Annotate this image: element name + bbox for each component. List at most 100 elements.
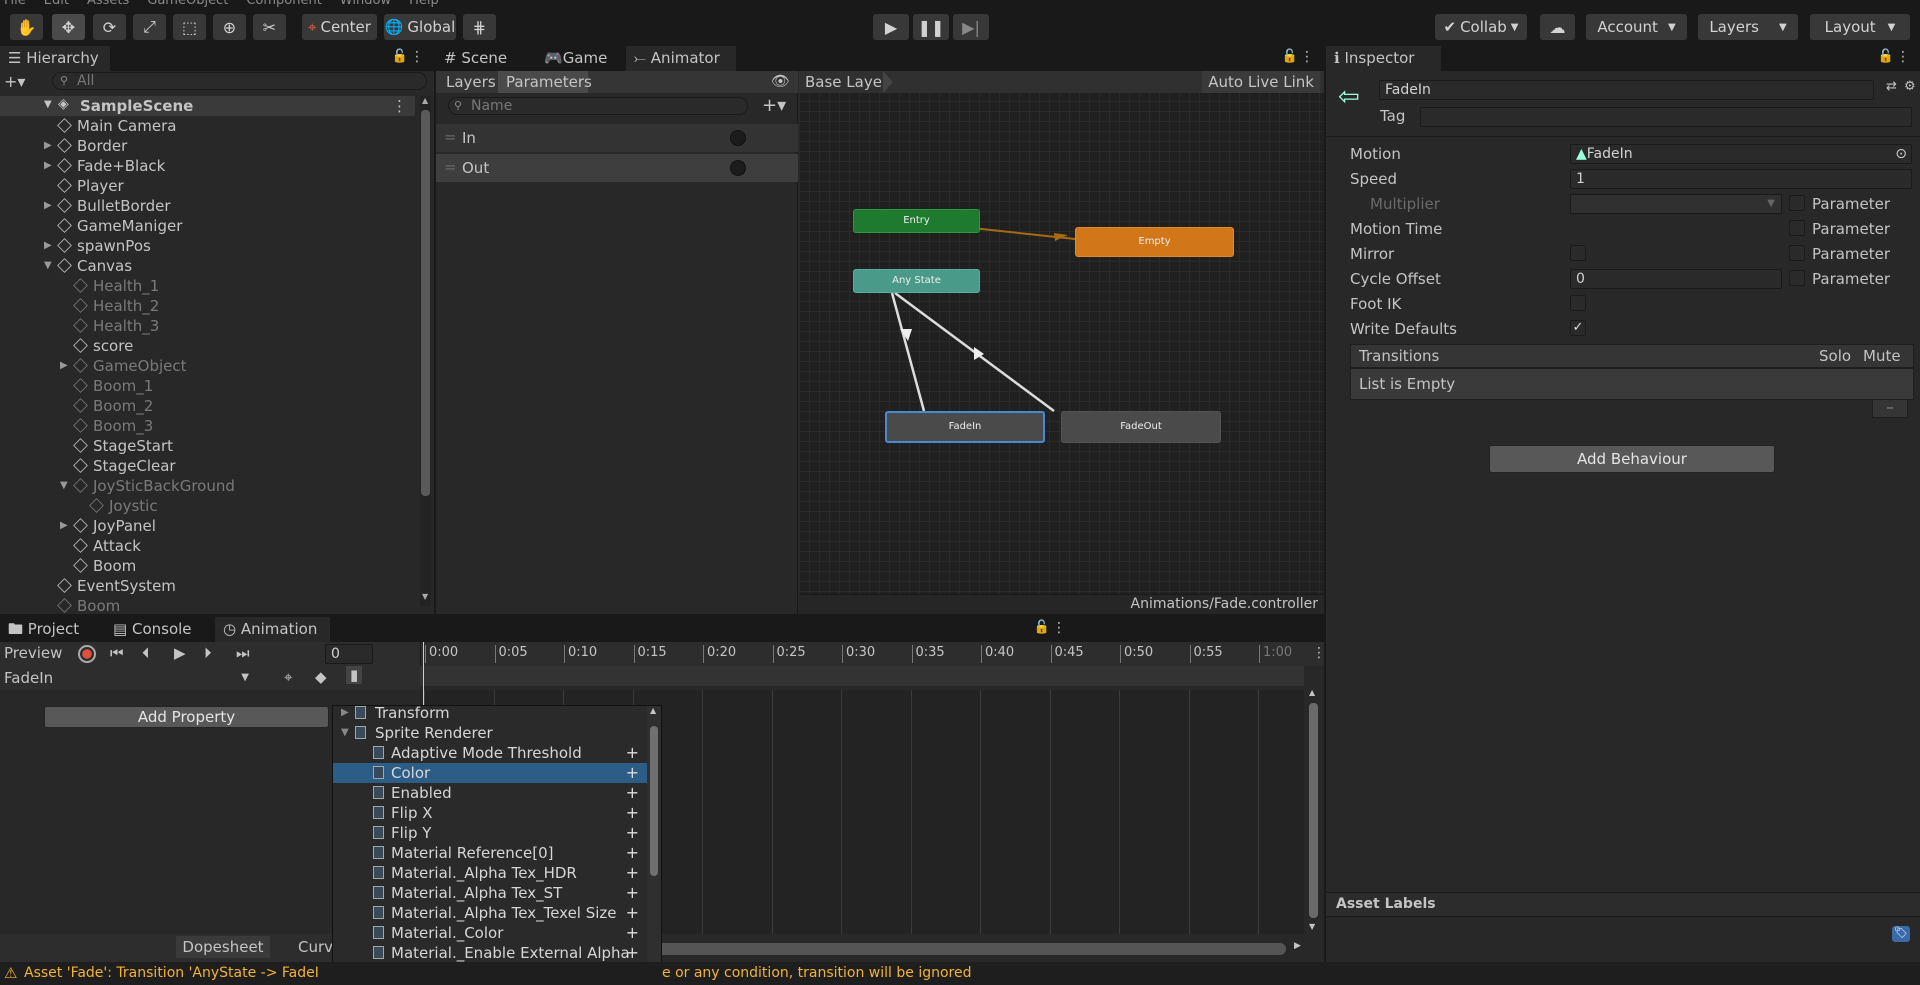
chevron-right-icon[interactable]: ▶ (60, 356, 68, 376)
hierarchy-item[interactable]: Boom (57, 596, 120, 616)
scroll-up-icon[interactable]: ▲ (1309, 688, 1315, 697)
property-item[interactable]: Material._Alpha Tex_HDR + (333, 863, 647, 883)
property-item[interactable]: Material._Alpha Tex_ST + (333, 883, 647, 903)
last-keyframe-button[interactable]: ⏭ (236, 644, 250, 662)
menu-item[interactable]: Component (246, 0, 321, 8)
add-keyframe-icon[interactable]: ◆ (315, 668, 327, 686)
kebab-menu-icon[interactable]: ⋮ (410, 49, 424, 65)
hierarchy-item[interactable]: ▶ Fade+Black (44, 156, 165, 176)
add-icon[interactable]: + (626, 863, 639, 883)
custom-tool-icon[interactable]: ✂ (253, 14, 286, 40)
hierarchy-item[interactable]: Health_2 (73, 296, 159, 316)
horizontal-scroll-thumb[interactable] (640, 943, 1286, 955)
dopesheet-vscroll[interactable]: ▲ ▼ (1304, 688, 1324, 934)
vertical-scroll-thumb[interactable] (1309, 703, 1318, 918)
multiplier-dropdown[interactable]: ▼ (1570, 194, 1782, 214)
chevron-right-icon[interactable]: ▶ (44, 136, 52, 156)
clip-dropdown[interactable]: FadeIn ▼ (0, 668, 255, 688)
hierarchy-item[interactable]: StageStart (73, 436, 173, 456)
kebab-menu-icon[interactable]: ⋮ (1896, 49, 1910, 65)
chevron-right-icon[interactable]: ▶ (60, 516, 68, 536)
add-icon[interactable]: + (626, 763, 639, 783)
add-icon[interactable]: + (626, 783, 639, 803)
preview-toggle[interactable]: Preview (4, 644, 62, 662)
menu-item[interactable]: Help (409, 0, 439, 8)
drag-handle-icon[interactable]: = (444, 128, 457, 146)
grid-snap-icon[interactable]: ⋕ (463, 14, 496, 40)
hierarchy-item[interactable]: StageClear (73, 456, 176, 476)
hierarchy-item[interactable]: GameManiger (57, 216, 182, 236)
add-event-icon[interactable]: ▮ (346, 666, 363, 684)
hierarchy-item[interactable]: ▶ JoyPanel (60, 516, 156, 536)
eye-icon[interactable]: 👁 (771, 72, 790, 90)
chevron-down-icon[interactable]: ▼ (44, 256, 52, 276)
cycle-offset-input[interactable]: 0 (1570, 269, 1782, 289)
tab-animator[interactable]: ⤚ Animator (626, 46, 736, 71)
property-item[interactable]: ▶ Transform (333, 706, 647, 723)
kebab-menu-icon[interactable]: ⋮ (392, 96, 407, 116)
parameter-search-input[interactable]: Name (448, 97, 748, 115)
record-button[interactable] (78, 645, 96, 663)
layout-dropdown[interactable]: Layout ▼ (1810, 14, 1910, 40)
add-icon[interactable]: + (626, 823, 639, 843)
add-property-button[interactable]: Add Property (44, 706, 329, 728)
state-name-input[interactable]: FadeIn (1379, 80, 1874, 100)
hierarchy-item[interactable]: Health_3 (73, 316, 159, 336)
first-keyframe-button[interactable]: ⏮ (110, 644, 124, 662)
gear-icon[interactable]: ⚙ (1904, 79, 1916, 94)
step-button[interactable]: ▶| (953, 14, 989, 40)
event-lane[interactable] (420, 666, 1304, 686)
popup-scrollbar[interactable]: ▲ (647, 706, 661, 984)
chevron-right-icon[interactable]: ▶ (44, 236, 52, 256)
tab-hierarchy[interactable]: ☰ Hierarchy (0, 46, 110, 71)
space-toggle-button[interactable]: 🌐 Global (384, 14, 456, 40)
hierarchy-item[interactable]: ▶ BulletBorder (44, 196, 171, 216)
status-bar[interactable]: ⚠ Asset 'Fade': Transition 'AnyState -> … (0, 962, 1920, 985)
scroll-up-icon[interactable]: ▲ (422, 96, 429, 106)
property-item[interactable]: Flip Y + (333, 823, 647, 843)
menu-item[interactable]: Edit (44, 0, 69, 8)
hierarchy-item[interactable]: ▼ Canvas (44, 256, 132, 276)
hand-tool-icon[interactable]: ✋ (10, 14, 43, 40)
chevron-down-icon[interactable]: ▼ (341, 723, 349, 743)
hierarchy-item[interactable]: Health_1 (73, 276, 159, 296)
speed-input[interactable]: 1 (1570, 169, 1912, 189)
scale-tool-icon[interactable]: ⤢ (133, 14, 166, 40)
kebab-menu-icon[interactable]: ⋮ (1300, 49, 1314, 65)
mirror-parameter-checkbox[interactable] (1789, 245, 1805, 261)
property-item[interactable]: Material._Alpha Tex_Texel Size + (333, 903, 647, 923)
trigger-toggle[interactable] (730, 160, 746, 176)
lock-icon[interactable]: 🔓 (1878, 49, 1894, 64)
play-animation-button[interactable]: ▶ (174, 644, 186, 662)
add-icon[interactable]: + (626, 843, 639, 863)
cycle-offset-parameter-checkbox[interactable] (1789, 270, 1805, 286)
object-picker-icon[interactable]: ⊙ (1895, 145, 1907, 163)
dopesheet-tab[interactable]: Dopesheet (176, 936, 270, 958)
kebab-menu-icon[interactable]: ⋮ (1052, 620, 1066, 636)
cloud-icon[interactable]: ☁ (1540, 14, 1575, 40)
motion-time-parameter-checkbox[interactable] (1789, 220, 1805, 236)
scroll-down-icon[interactable]: ▼ (422, 592, 429, 602)
write-defaults-checkbox[interactable]: ✓ (1570, 320, 1586, 336)
rect-tool-icon[interactable]: ⬚ (173, 14, 206, 40)
add-icon[interactable]: + (626, 903, 639, 923)
hierarchy-item[interactable]: Main Camera (57, 116, 176, 136)
scene-header-row[interactable]: ▼ ◈ SampleScene ⋮ (0, 96, 415, 116)
property-item[interactable]: Flip X + (333, 803, 647, 823)
hierarchy-item[interactable]: score (73, 336, 133, 356)
property-item[interactable]: Color + (333, 763, 647, 783)
state-entry[interactable]: Entry (853, 209, 980, 233)
tab-game[interactable]: 🎮Game (536, 46, 621, 71)
tab-animation[interactable]: ◷ Animation (215, 617, 330, 642)
hierarchy-item[interactable]: Boom (73, 556, 136, 576)
chevron-right-icon[interactable]: ▶ (44, 156, 52, 176)
motion-field[interactable]: ▲FadeIn ⊙ (1570, 144, 1912, 164)
frame-input[interactable]: 0 (325, 644, 373, 664)
menu-item[interactable]: GameObject (147, 0, 228, 8)
chevron-right-icon[interactable]: ▶ (341, 706, 349, 723)
collab-dropdown[interactable]: ✔ Collab ▼ (1435, 14, 1527, 40)
next-keyframe-button[interactable]: ⏵ (204, 644, 212, 662)
parameter-row-out[interactable]: = Out (436, 154, 798, 182)
property-item[interactable]: Material._Enable External Alpha + (333, 943, 647, 963)
drag-handle-icon[interactable]: = (444, 158, 457, 176)
